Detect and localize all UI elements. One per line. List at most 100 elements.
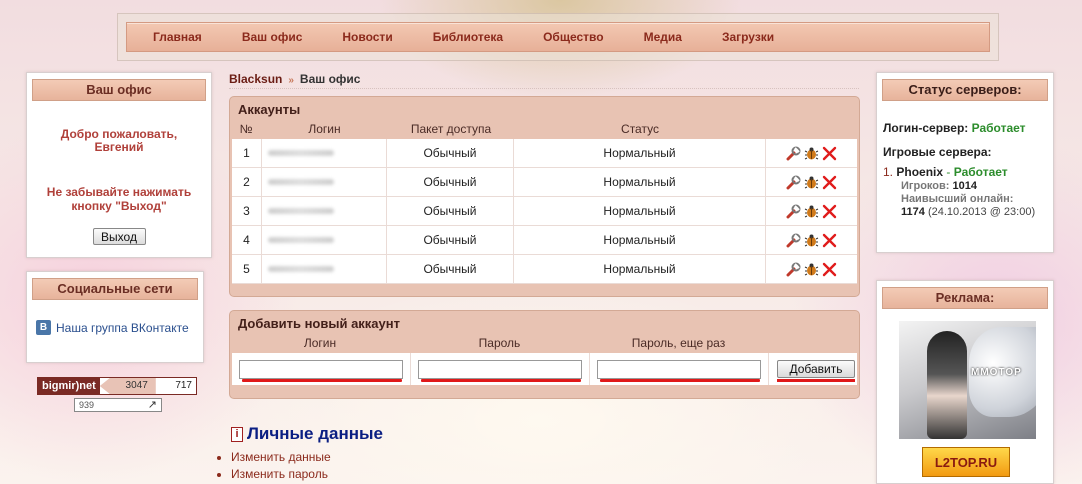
delete-x-icon[interactable] (822, 146, 837, 161)
counter-value-3: 939 (79, 400, 95, 410)
row-actions (766, 146, 857, 161)
add-account-button[interactable]: Добавить (777, 360, 855, 378)
edit-password-link[interactable]: Изменить пароль (231, 466, 328, 483)
wrench-icon[interactable] (786, 175, 801, 190)
blurred-login (268, 237, 334, 243)
vk-group-link[interactable]: В Наша группа ВКонтакте (36, 320, 189, 335)
bug-icon[interactable] (804, 262, 819, 277)
add-account-title: Добавить новый аккаунт (238, 316, 400, 331)
info-icon: i (231, 426, 243, 442)
row-actions (766, 233, 857, 248)
server-name: Phoenix (896, 165, 944, 179)
logout-reminder: Не забывайте нажимать кнопку "Выход" (27, 185, 211, 213)
new-password-input[interactable] (418, 359, 582, 379)
login-server-status: Логин-сервер: Работает (883, 121, 1026, 135)
row-actions (766, 204, 857, 219)
nav-library[interactable]: Библиотека (433, 30, 503, 44)
wrench-icon[interactable] (786, 233, 801, 248)
row-number: 4 (232, 226, 262, 254)
table-row: 2 Обычный Нормальный (232, 168, 857, 197)
breadcrumb-current: Ваш офис (299, 72, 361, 86)
banner-text: MMOTOP (971, 367, 1022, 378)
row-actions (766, 175, 857, 190)
server-state: Работает (953, 165, 1008, 179)
nav-community[interactable]: Общество (543, 30, 604, 44)
bigmir-counter[interactable]: bigmir)net 3047 717 939 ↗ (37, 377, 197, 413)
nav-office[interactable]: Ваш офис (242, 30, 303, 44)
bug-icon[interactable] (804, 233, 819, 248)
row-login (262, 197, 387, 225)
button-underline (777, 379, 855, 382)
personal-data-title: i Личные данные (231, 424, 383, 444)
row-package: Обычный (387, 255, 514, 283)
wrench-icon[interactable] (786, 262, 801, 277)
nav-home[interactable]: Главная (153, 30, 202, 44)
nav-news[interactable]: Новости (342, 30, 392, 44)
counter-value-2: 717 (175, 380, 192, 391)
row-package: Обычный (387, 168, 514, 196)
players-count: 1014 (952, 180, 977, 192)
mmotop-banner[interactable]: MMOTOP (899, 321, 1036, 439)
row-number: 1 (232, 139, 262, 167)
reminder-line-1: Не забывайте нажимать (46, 185, 192, 199)
accounts-title: Аккаунты (238, 102, 301, 117)
ads-title: Реклама: (882, 287, 1048, 309)
office-panel: Ваш офис Добро пожаловать, Евгений Не за… (26, 72, 212, 258)
nav-media[interactable]: Медиа (644, 30, 682, 44)
counter-brand: bigmir)net (38, 378, 100, 394)
logout-button[interactable]: Выход (92, 228, 146, 245)
breadcrumb-separator: » (288, 75, 294, 86)
personal-links: Изменить данные Изменить пароль (217, 449, 383, 483)
banner-figure-art (927, 331, 967, 439)
l2top-banner[interactable]: L2TOP.RU (922, 447, 1010, 477)
delete-x-icon[interactable] (822, 262, 837, 277)
add-col-password-repeat: Пароль, еще раз (631, 336, 726, 350)
row-status: Нормальный (514, 197, 766, 225)
blurred-login (268, 150, 334, 156)
server-status-panel: Статус серверов: Логин-сервер: Работает … (876, 72, 1054, 253)
edit-data-item: Изменить данные (217, 449, 383, 466)
new-login-input[interactable] (239, 359, 403, 379)
breadcrumb-home[interactable]: Blacksun (229, 72, 282, 86)
server-index: 1. (883, 165, 894, 179)
server-players: Игроков: 1014 (901, 180, 977, 192)
row-login (262, 139, 387, 167)
accounts-table-body: 1 Обычный Нормальный 2 Обычный Нормальный 3 Обы… (232, 139, 857, 284)
social-panel: Социальные сети В Наша группа ВКонтакте (26, 271, 204, 363)
bullet-icon (217, 455, 221, 460)
row-package: Обычный (387, 197, 514, 225)
server-status-title: Статус серверов: (882, 79, 1048, 101)
add-account-box: Добавить новый аккаунт Логин Пароль Паро… (229, 310, 860, 399)
row-login (262, 255, 387, 283)
add-account-form: Добавить (232, 353, 857, 385)
social-panel-title: Социальные сети (32, 278, 198, 300)
wrench-icon[interactable] (786, 146, 801, 161)
password-underline (421, 379, 581, 382)
login-server-label: Логин-сервер: (883, 121, 969, 135)
counter-top: bigmir)net 3047 717 (37, 377, 197, 395)
row-status: Нормальный (514, 226, 766, 254)
peak-count: 1174 (901, 206, 925, 218)
vk-group-label: Наша группа ВКонтакте (56, 320, 189, 335)
game-servers-label: Игровые сервера: (883, 145, 992, 159)
edit-data-link[interactable]: Изменить данные (231, 449, 331, 466)
top-nav: Главная Ваш офис Новости Библиотека Обще… (126, 22, 990, 52)
top-nav-frame: Главная Ваш офис Новости Библиотека Обще… (117, 13, 999, 61)
bug-icon[interactable] (804, 175, 819, 190)
row-login (262, 168, 387, 196)
row-status: Нормальный (514, 168, 766, 196)
password-cell (411, 353, 590, 385)
counter-bottom: 939 ↗ (74, 398, 162, 412)
nav-downloads[interactable]: Загрузки (722, 30, 774, 44)
delete-x-icon[interactable] (822, 204, 837, 219)
table-row: 4 Обычный Нормальный (232, 226, 857, 255)
bug-icon[interactable] (804, 204, 819, 219)
wrench-icon[interactable] (786, 204, 801, 219)
delete-x-icon[interactable] (822, 233, 837, 248)
add-col-password: Пароль (478, 336, 521, 350)
login-cell (232, 353, 411, 385)
repeat-password-input[interactable] (597, 359, 761, 379)
row-actions (766, 262, 857, 277)
bug-icon[interactable] (804, 146, 819, 161)
delete-x-icon[interactable] (822, 175, 837, 190)
